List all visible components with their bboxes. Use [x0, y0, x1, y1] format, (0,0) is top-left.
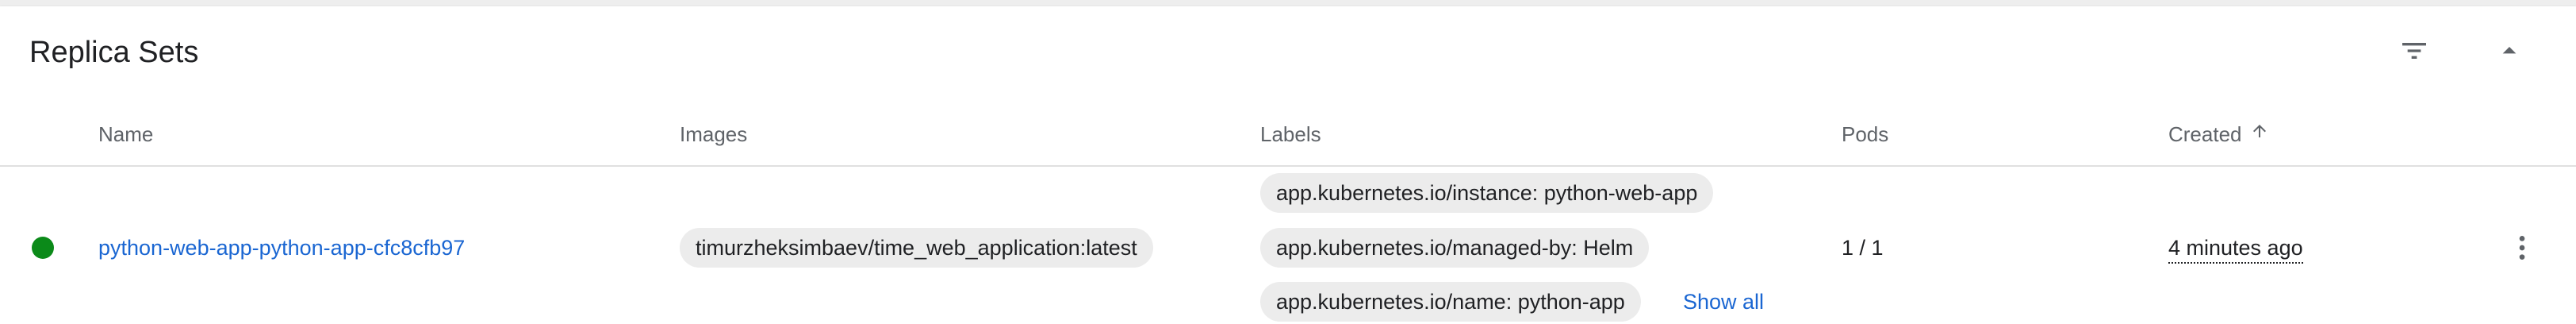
replica-set-name-link[interactable]: python-web-app-python-app-cfc8cfb97 [98, 233, 465, 262]
image-chip: timurzheksimbaev/time_web_application:la… [680, 228, 1153, 268]
arrow-drop-up-icon [2494, 35, 2525, 71]
label-chip-managed-by: app.kubernetes.io/managed-by: Helm [1260, 228, 1650, 268]
show-all-labels-link[interactable]: Show all [1683, 287, 1764, 316]
collapse-button[interactable] [2487, 30, 2532, 75]
column-header-images[interactable]: Images [680, 121, 747, 148]
column-header-name[interactable]: Name [98, 121, 153, 148]
more-vert-icon [2506, 232, 2538, 268]
replica-sets-card: Replica Sets Name Images Labels Pods Cre… [0, 6, 2576, 324]
column-header-created-label: Created [2168, 122, 2242, 146]
pods-count: 1 / 1 [1842, 236, 1884, 260]
row-actions-button[interactable] [2503, 227, 2541, 272]
column-header-labels: Labels [1260, 122, 1321, 146]
table-header: Name Images Labels Pods Created [0, 102, 2576, 167]
status-running-icon [32, 237, 54, 259]
filter-button[interactable] [2392, 30, 2436, 75]
column-header-created[interactable]: Created [2168, 121, 2269, 148]
column-header-pods: Pods [1842, 122, 1889, 146]
arrow-upward-icon[interactable] [2250, 121, 2269, 148]
card-title: Replica Sets [29, 36, 199, 69]
label-chip-name: app.kubernetes.io/name: python-app [1260, 282, 1641, 322]
created-timestamp[interactable]: 4 minutes ago [2168, 233, 2303, 264]
card-header: Replica Sets [0, 6, 2576, 102]
label-chip-instance: app.kubernetes.io/instance: python-web-a… [1260, 173, 1714, 213]
filter-list-icon [2398, 35, 2430, 71]
